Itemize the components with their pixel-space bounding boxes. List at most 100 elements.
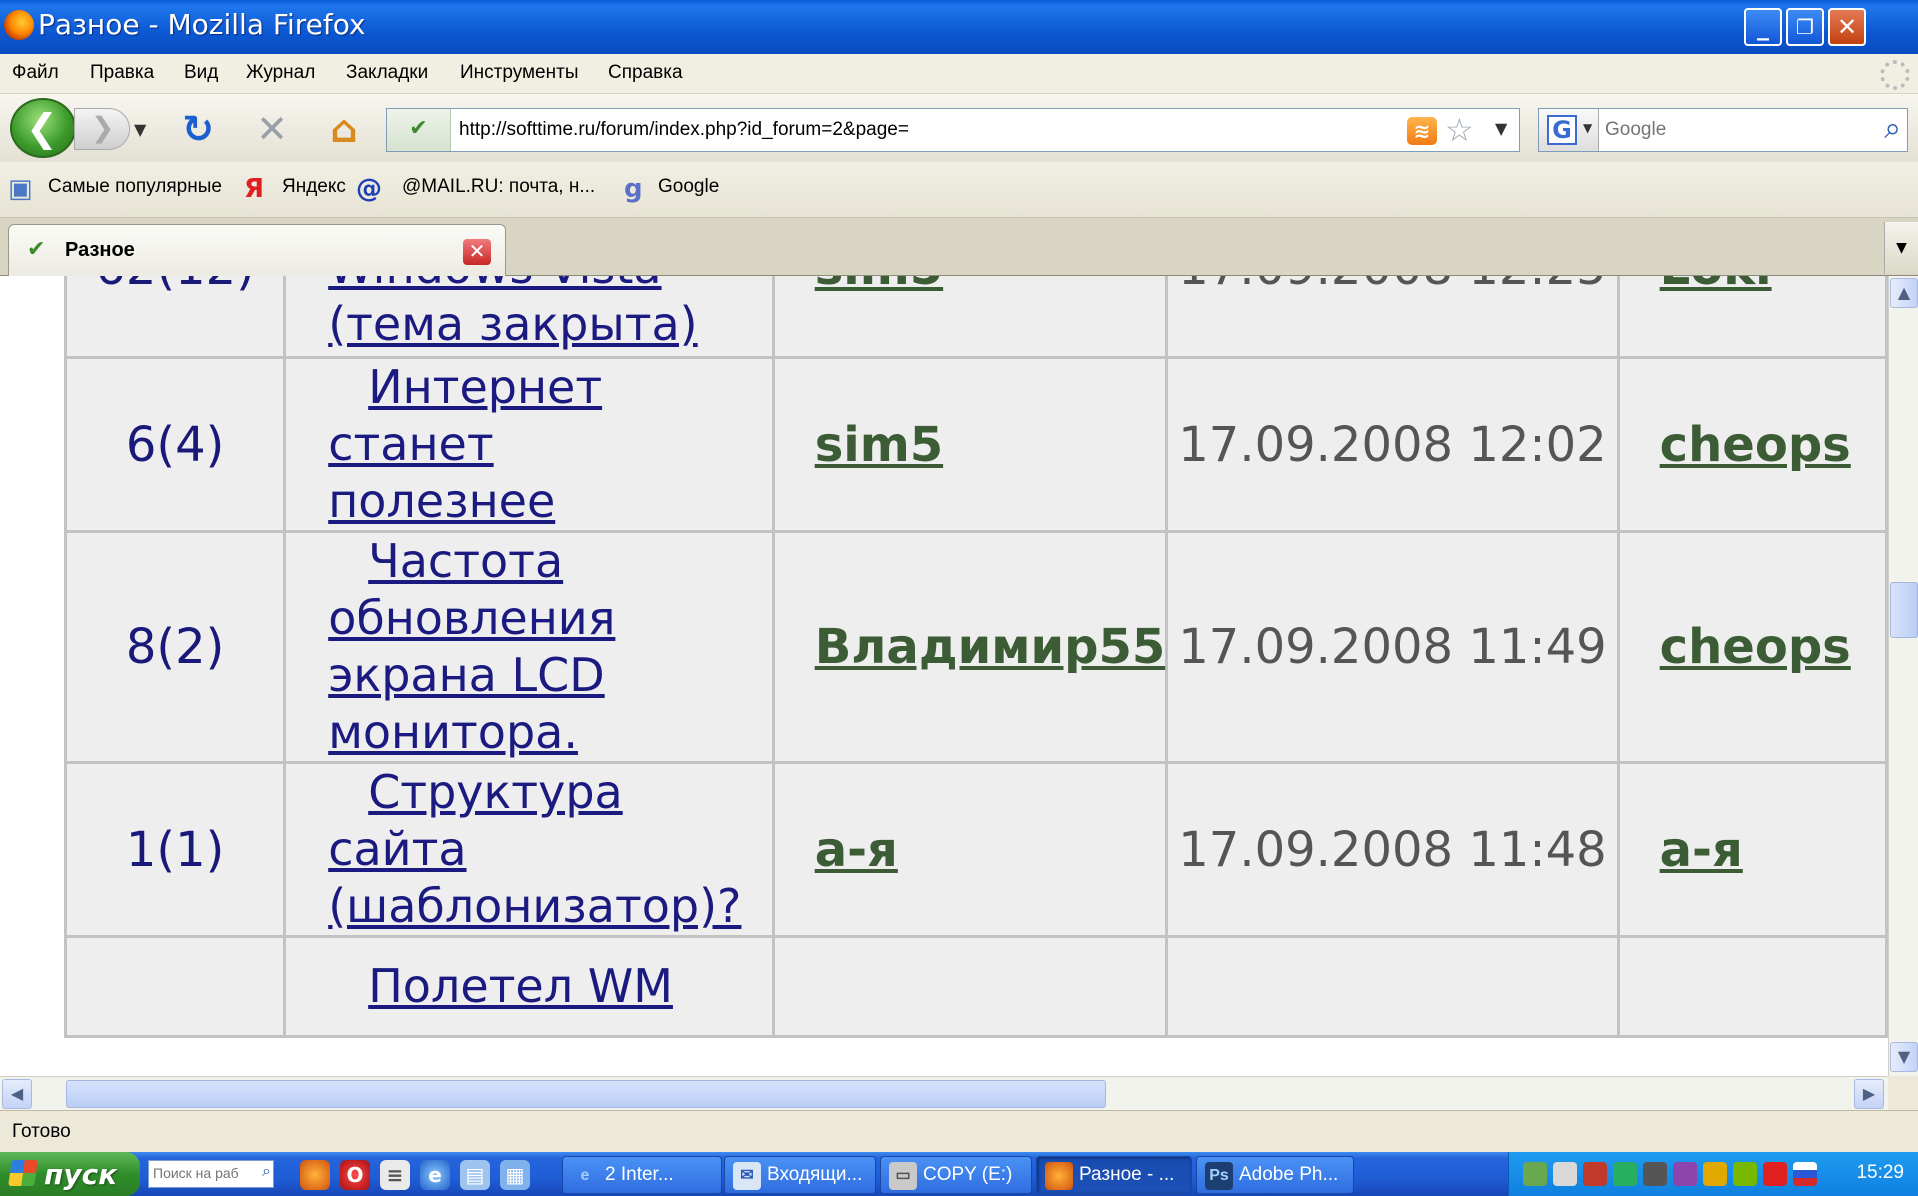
topic-link[interactable]: альтернативуWindows Vista(тема закрыта) bbox=[328, 276, 697, 351]
windows-logo-icon bbox=[8, 1160, 38, 1186]
ie-quicklaunch-icon[interactable]: e bbox=[420, 1160, 450, 1190]
maximize-button[interactable]: ❐ bbox=[1786, 8, 1824, 46]
author-link[interactable]: sim5 bbox=[815, 276, 943, 296]
scroll-left-icon[interactable]: ◀ bbox=[2, 1079, 32, 1109]
network-tray-icon[interactable] bbox=[1523, 1162, 1547, 1186]
forward-button[interactable]: ❯ bbox=[74, 108, 130, 150]
antivirus-tray-icon[interactable] bbox=[1583, 1162, 1607, 1186]
last-post-date: 17.09.2008 11:48 bbox=[1165, 761, 1620, 938]
topic-cell: Полетел WM bbox=[283, 935, 775, 1038]
stop-icon[interactable]: ✕ bbox=[250, 108, 294, 150]
horizontal-scrollbar[interactable]: ◀ ▶ bbox=[0, 1076, 1888, 1110]
scroll-up-icon[interactable]: ▲ bbox=[1890, 278, 1918, 308]
sync-tray-icon[interactable] bbox=[1613, 1162, 1637, 1186]
menu-help[interactable]: Справка bbox=[608, 62, 683, 84]
menu-edit[interactable]: Правка bbox=[90, 62, 154, 84]
mailru-icon: @ bbox=[356, 174, 382, 204]
last-author-cell: cheops bbox=[1616, 356, 1888, 533]
scroll-down-icon[interactable]: ▼ bbox=[1890, 1042, 1918, 1072]
show-desktop-icon[interactable]: ▦ bbox=[500, 1160, 530, 1190]
author-cell: а-я bbox=[771, 761, 1169, 938]
reply-count: 8(2) bbox=[63, 530, 287, 764]
history-dropdown-icon[interactable]: ▼ bbox=[134, 120, 146, 139]
bookmark-mailru[interactable]: @MAIL.RU: почта, н... bbox=[402, 176, 595, 198]
search-tray-icon[interactable] bbox=[1553, 1162, 1577, 1186]
firefox-quicklaunch-icon[interactable] bbox=[300, 1160, 330, 1190]
window-title: Разное - Mozilla Firefox bbox=[38, 8, 366, 41]
author-link[interactable]: а-я bbox=[815, 822, 898, 878]
bookmark-star-icon[interactable]: ☆ bbox=[1445, 111, 1474, 149]
reload-icon[interactable]: ↻ bbox=[176, 108, 220, 150]
last-post-date: 17.09.2008 12:25 bbox=[1165, 276, 1620, 359]
task-ie[interactable]: e 2 Inter... bbox=[562, 1156, 722, 1194]
minimize-button[interactable]: _ bbox=[1744, 8, 1782, 46]
task-photoshop[interactable]: Ps Adobe Ph... bbox=[1196, 1156, 1354, 1194]
desktop-search-input[interactable] bbox=[149, 1161, 247, 1185]
reply-count bbox=[63, 935, 287, 1038]
system-tray: 15:29 bbox=[1508, 1152, 1918, 1196]
notepad-quicklaunch-icon[interactable]: ≡ bbox=[380, 1160, 410, 1190]
bookmark-yandex[interactable]: Яндекс bbox=[282, 176, 346, 198]
home-icon[interactable]: ⌂ bbox=[322, 108, 366, 150]
site-identity-icon[interactable]: ✔ bbox=[387, 109, 451, 151]
rss-feed-icon[interactable]: ≋ bbox=[1407, 117, 1437, 145]
bookmark-google[interactable]: Google bbox=[658, 176, 719, 198]
tab-list-icon[interactable]: ▼ bbox=[1884, 222, 1918, 274]
last-author-link[interactable]: cheops bbox=[1660, 417, 1851, 473]
task-copy-drive-label: COPY (E:) bbox=[923, 1164, 1013, 1185]
last-author-link[interactable]: cheops bbox=[1660, 619, 1851, 675]
task-ie-label: 2 Inter... bbox=[605, 1164, 674, 1185]
search-icon[interactable]: ⌕ bbox=[1884, 111, 1901, 146]
topic-line: (тема закрыта) bbox=[328, 297, 698, 351]
language-ru-icon[interactable] bbox=[1793, 1162, 1817, 1186]
back-button[interactable]: ❮ bbox=[10, 98, 76, 158]
task-copy-drive[interactable]: ▭ COPY (E:) bbox=[880, 1156, 1032, 1194]
url-text[interactable]: http://softtime.ru/forum/index.php?id_fo… bbox=[459, 119, 909, 141]
search-bar[interactable]: G ▼ ⌕ bbox=[1538, 108, 1908, 152]
opera-quicklaunch-icon[interactable]: O bbox=[340, 1160, 370, 1190]
topic-line: станет bbox=[328, 417, 494, 471]
vertical-scroll-thumb[interactable] bbox=[1890, 582, 1918, 638]
menu-bookmarks[interactable]: Закладки bbox=[346, 62, 428, 84]
forward-arrow-icon: ❯ bbox=[91, 111, 115, 144]
utility-tray-icon[interactable] bbox=[1673, 1162, 1697, 1186]
task-firefox[interactable]: Разное - ... bbox=[1036, 1156, 1192, 1194]
close-button[interactable]: ✕ bbox=[1828, 8, 1866, 46]
topic-line: Полетел WM bbox=[368, 959, 673, 1013]
last-author-link[interactable]: а-я bbox=[1660, 822, 1743, 878]
topic-link[interactable]: Структура сайта (шаблонизатор)? bbox=[328, 765, 741, 933]
menu-history[interactable]: Журнал bbox=[246, 62, 315, 84]
url-dropdown-icon[interactable]: ▼ bbox=[1495, 119, 1507, 138]
author-link[interactable]: Владимир55 bbox=[815, 619, 1166, 675]
topic-link[interactable]: Полетел WM bbox=[328, 959, 673, 1013]
yandex-tray-icon[interactable] bbox=[1763, 1162, 1787, 1186]
search-input[interactable] bbox=[1605, 117, 1855, 143]
task-outlook[interactable]: ✉ Входящи... bbox=[724, 1156, 876, 1194]
url-bar[interactable]: ✔ http://softtime.ru/forum/index.php?id_… bbox=[386, 108, 1520, 152]
update-tray-icon[interactable] bbox=[1703, 1162, 1727, 1186]
topic-link[interactable]: Частота обновления экрана LCD монитора. bbox=[328, 534, 615, 759]
search-engine-selector[interactable]: G ▼ bbox=[1539, 109, 1599, 151]
horizontal-scroll-thumb[interactable] bbox=[66, 1080, 1106, 1108]
search-icon[interactable]: ⌕ bbox=[262, 1161, 271, 1181]
topic-link[interactable]: Интернет станет полезнее bbox=[328, 360, 602, 528]
author-link[interactable]: sim5 bbox=[815, 417, 943, 473]
tab-close-icon[interactable]: ✕ bbox=[463, 239, 491, 265]
start-button[interactable]: пуск bbox=[0, 1152, 140, 1196]
last-author-cell: Loki bbox=[1616, 276, 1888, 359]
last-author-link[interactable]: Loki bbox=[1660, 276, 1772, 296]
menu-view[interactable]: Вид bbox=[184, 62, 218, 84]
explorer-quicklaunch-icon[interactable]: ▤ bbox=[460, 1160, 490, 1190]
google-icon: g bbox=[624, 174, 643, 204]
desktop-search[interactable]: ⌕ bbox=[148, 1160, 274, 1188]
menu-file[interactable]: Файл bbox=[12, 62, 59, 84]
menu-tools[interactable]: Инструменты bbox=[460, 62, 578, 84]
scroll-right-icon[interactable]: ▶ bbox=[1854, 1079, 1884, 1109]
tab-strip: ✔ Разное ✕ ▼ bbox=[0, 218, 1918, 276]
photoshop-icon: Ps bbox=[1205, 1162, 1233, 1190]
tab-raznoe[interactable]: ✔ Разное ✕ bbox=[8, 224, 506, 276]
vertical-scrollbar[interactable]: ▲ ▼ bbox=[1888, 276, 1918, 1076]
nvidia-tray-icon[interactable] bbox=[1733, 1162, 1757, 1186]
bookmark-popular[interactable]: Самые популярные bbox=[48, 176, 222, 198]
volume-tray-icon[interactable] bbox=[1643, 1162, 1667, 1186]
